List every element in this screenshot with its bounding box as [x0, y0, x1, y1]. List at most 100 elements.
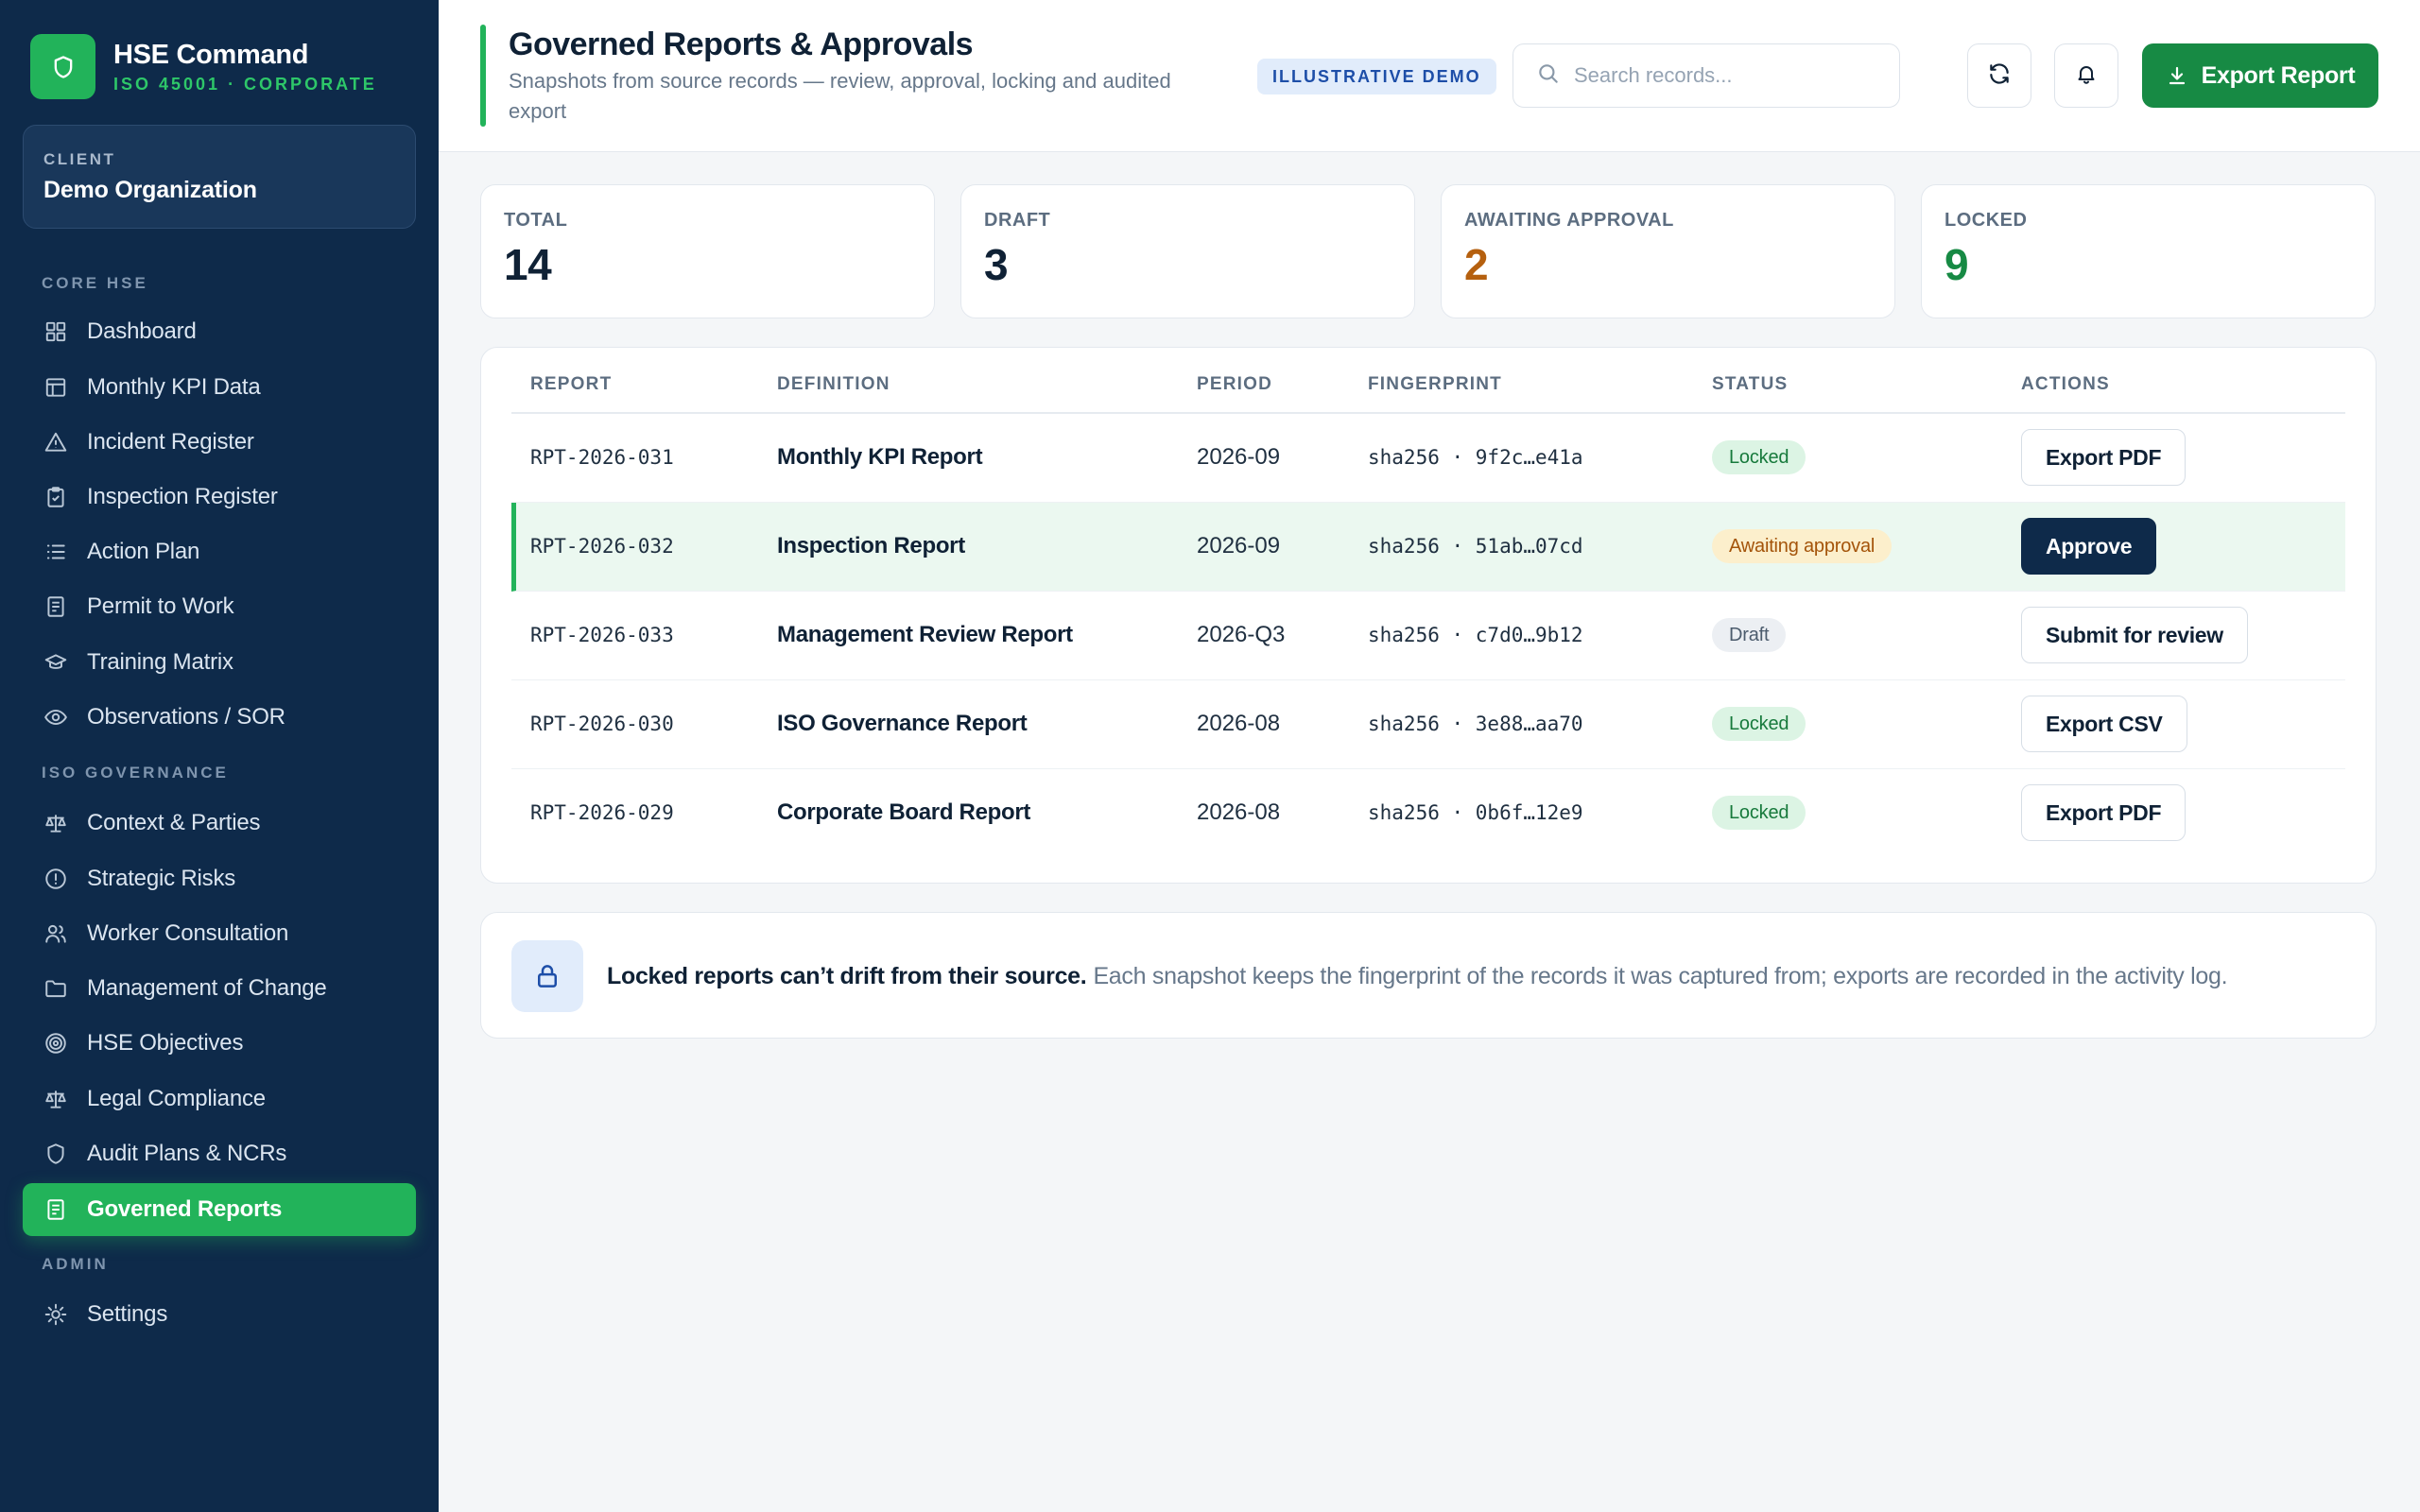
- folder-icon: [42, 974, 70, 1003]
- sidebar-item-hse-objectives[interactable]: HSE Objectives: [23, 1017, 416, 1070]
- sidebar: HSE Command ISO 45001 · CORPORATE CLIENT…: [0, 0, 439, 1512]
- app-title: HSE Command: [113, 40, 309, 70]
- clipboard-check-icon: [42, 483, 70, 511]
- sidebar-item-worker-consultation[interactable]: Worker Consultation: [23, 907, 416, 960]
- nav-section-core-hse: CORE HSE: [42, 274, 148, 292]
- sidebar-item-label: Incident Register: [87, 429, 254, 455]
- sidebar-item-inspection-register[interactable]: Inspection Register: [23, 471, 416, 524]
- target-icon: [42, 1029, 70, 1057]
- export-report-button[interactable]: Export Report: [2142, 43, 2378, 108]
- report-id: RPT-2026-031: [530, 446, 674, 469]
- client-label: CLIENT: [43, 150, 116, 168]
- export-pdf-button[interactable]: Export PDF: [2021, 784, 2187, 841]
- sidebar-item-monthly-kpi-data[interactable]: Monthly KPI Data: [23, 361, 416, 414]
- sidebar-item-label: Observations / SOR: [87, 704, 285, 730]
- sidebar-item-management-of-change[interactable]: Management of Change: [23, 962, 416, 1015]
- bell-icon: [2075, 62, 2098, 90]
- column-header-fingerprint[interactable]: FINGERPRINT: [1368, 374, 1502, 395]
- search-box[interactable]: [1512, 43, 1900, 108]
- sidebar-item-strategic-risks[interactable]: Strategic Risks: [23, 852, 416, 905]
- stat-label: TOTAL: [504, 210, 568, 231]
- sidebar-item-label: Audit Plans & NCRs: [87, 1141, 287, 1166]
- client-name: Demo Organization: [43, 177, 257, 203]
- export-pdf-button[interactable]: Export PDF: [2021, 429, 2187, 486]
- brand[interactable]: HSE Command ISO 45001 · CORPORATE: [30, 34, 377, 99]
- sidebar-item-training-matrix[interactable]: Training Matrix: [23, 636, 416, 689]
- stat-label: LOCKED: [1945, 210, 2028, 231]
- sidebar-item-label: Permit to Work: [87, 593, 234, 619]
- sidebar-item-legal-compliance[interactable]: Legal Compliance: [23, 1073, 416, 1125]
- status-badge: Locked: [1712, 440, 1806, 474]
- table-row[interactable]: RPT-2026-032 Inspection Report 2026-09 s…: [511, 503, 2345, 592]
- list-icon: [42, 538, 70, 566]
- column-header-period[interactable]: PERIOD: [1197, 374, 1272, 395]
- report-definition: Inspection Report: [777, 533, 965, 558]
- sidebar-item-context-parties[interactable]: Context & Parties: [23, 797, 416, 850]
- stat-card-total: TOTAL 14: [480, 184, 935, 318]
- info-message: Locked reports can’t drift from their so…: [607, 913, 2228, 1040]
- status-badge: Draft: [1712, 618, 1787, 652]
- sidebar-item-dashboard[interactable]: Dashboard: [23, 305, 416, 358]
- app-subtitle: ISO 45001 · CORPORATE: [113, 75, 377, 94]
- sidebar-item-audit-plans-ncrs[interactable]: Audit Plans & NCRs: [23, 1127, 416, 1180]
- stat-card-locked: LOCKED 9: [1921, 184, 2376, 318]
- status-badge: Locked: [1712, 796, 1806, 830]
- stat-card-draft: DRAFT 3: [960, 184, 1415, 318]
- users-icon: [42, 919, 70, 948]
- table-icon: [42, 373, 70, 402]
- table-row[interactable]: RPT-2026-030 ISO Governance Report 2026-…: [511, 680, 2345, 769]
- search-input[interactable]: [1574, 63, 1886, 88]
- export-csv-button[interactable]: Export CSV: [2021, 696, 2187, 752]
- sidebar-item-observations-sor[interactable]: Observations / SOR: [23, 691, 416, 744]
- info-body: Each snapshot keeps the fingerprint of t…: [1093, 962, 2228, 989]
- nav-section-iso-governance: ISO GOVERNANCE: [42, 764, 229, 782]
- sidebar-item-action-plan[interactable]: Action Plan: [23, 525, 416, 578]
- graduation-cap-icon: [42, 648, 70, 677]
- scale-icon: [42, 809, 70, 837]
- page-subtitle: Snapshots from source records — review, …: [509, 69, 1171, 123]
- stat-label: DRAFT: [984, 210, 1051, 231]
- eye-icon: [42, 703, 70, 731]
- info-banner: Locked reports can’t drift from their so…: [480, 912, 2377, 1039]
- notifications-button[interactable]: [2054, 43, 2118, 108]
- report-definition: Monthly KPI Report: [777, 444, 983, 470]
- page-header: Governed Reports & Approvals Snapshots f…: [439, 0, 2420, 152]
- report-period: 2026-09: [1197, 533, 1281, 558]
- lock-icon: [511, 940, 583, 1012]
- status-badge: Locked: [1712, 707, 1806, 741]
- page-title: Governed Reports & Approvals: [509, 26, 974, 62]
- approve-button[interactable]: Approve: [2021, 518, 2157, 575]
- sidebar-item-governed-reports[interactable]: Governed Reports: [23, 1183, 416, 1236]
- refresh-button[interactable]: [1967, 43, 2031, 108]
- sidebar-item-label: Training Matrix: [87, 649, 233, 675]
- warning-icon: [42, 428, 70, 456]
- table-row[interactable]: RPT-2026-031 Monthly KPI Report 2026-09 …: [511, 414, 2345, 503]
- submit-for-review-button[interactable]: Submit for review: [2021, 607, 2248, 663]
- sidebar-item-label: Action Plan: [87, 539, 200, 564]
- report-definition: Corporate Board Report: [777, 799, 1031, 825]
- gear-icon: [42, 1300, 70, 1329]
- scale-icon: [42, 1085, 70, 1113]
- alert-circle-icon: [42, 865, 70, 893]
- stat-value: 9: [1945, 240, 1969, 289]
- sidebar-item-label: Management of Change: [87, 975, 327, 1001]
- demo-badge: ILLUSTRATIVE DEMO: [1257, 59, 1496, 94]
- sidebar-item-incident-register[interactable]: Incident Register: [23, 416, 416, 469]
- column-header-report[interactable]: REPORT: [530, 374, 612, 395]
- nav-section-admin: ADMIN: [42, 1255, 109, 1273]
- table-row[interactable]: RPT-2026-029 Corporate Board Report 2026…: [511, 769, 2345, 858]
- sidebar-item-permit-to-work[interactable]: Permit to Work: [23, 580, 416, 633]
- sidebar-item-settings[interactable]: Settings: [23, 1288, 416, 1341]
- table-row[interactable]: RPT-2026-033 Management Review Report 20…: [511, 592, 2345, 680]
- sidebar-item-label: Worker Consultation: [87, 920, 289, 946]
- export-report-label: Export Report: [2201, 61, 2356, 89]
- title-accent-bar: [480, 25, 486, 127]
- report-fingerprint: sha256 · 51ab…07cd: [1368, 535, 1583, 558]
- reports-table: REPORT DEFINITION PERIOD FINGERPRINT STA…: [480, 347, 2377, 884]
- report-fingerprint: sha256 · 3e88…aa70: [1368, 713, 1583, 735]
- shield-logo-icon: [30, 34, 95, 99]
- column-header-definition[interactable]: DEFINITION: [777, 374, 890, 395]
- report-period: 2026-09: [1197, 444, 1281, 470]
- column-header-status[interactable]: STATUS: [1712, 374, 1788, 395]
- client-selector[interactable]: CLIENT Demo Organization: [23, 125, 416, 229]
